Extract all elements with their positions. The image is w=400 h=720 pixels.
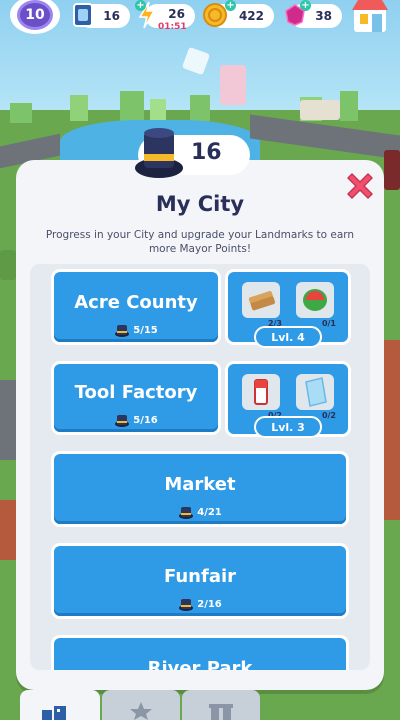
landmark-progress: 4/21 — [54, 504, 346, 520]
building — [384, 150, 400, 190]
gems-value: 38 — [315, 9, 332, 23]
landmark-river-park[interactable]: River Park — [54, 638, 346, 670]
landmark-name: Acre County — [74, 292, 198, 313]
add-coins-button[interactable]: + — [225, 0, 236, 11]
top-hat-icon — [179, 507, 194, 519]
upgrade-panel-acre-county[interactable]: 2/3 0/1 Lvl. 4 — [228, 272, 348, 348]
add-gems-button[interactable]: + — [300, 0, 311, 11]
landmark-name: Tool Factory — [74, 382, 198, 403]
watermelon-icon — [303, 289, 327, 311]
landmark-progress-value: 2/16 — [197, 598, 222, 610]
energy-value: 26 — [168, 7, 185, 21]
landmark-progress-value: 5/15 — [133, 324, 158, 336]
top-hat-icon — [115, 415, 130, 427]
landmark-name: Funfair — [163, 566, 237, 587]
landmark-name: River Park — [147, 658, 253, 670]
distant-trees — [10, 91, 358, 123]
landmark-level-badge: Lvl. 4 — [254, 326, 322, 348]
item-count: 0/2 — [321, 411, 336, 420]
dialog-title: My City — [155, 192, 245, 216]
landmark-tool-factory[interactable]: Tool Factory 5/16 — [54, 364, 218, 432]
landmark-market[interactable]: Market 4/21 — [54, 454, 346, 524]
top-hat-icon — [179, 599, 194, 611]
wood-planks-slot: 2/3 — [242, 282, 282, 328]
landmark-level-badge: Lvl. 3 — [254, 416, 322, 438]
add-energy-button[interactable]: + — [135, 0, 146, 11]
glass-pane-icon — [305, 377, 327, 407]
shop-icon[interactable] — [350, 0, 390, 34]
coins-value: 422 — [238, 9, 264, 23]
grass-patch — [0, 250, 16, 280]
paint-bucket-icon — [254, 379, 268, 405]
carousel-building — [220, 65, 246, 105]
brick-wall — [384, 340, 400, 520]
landmark-acre-county[interactable]: Acre County 5/15 — [54, 272, 218, 342]
tab-star[interactable] — [102, 690, 180, 720]
dialog-subtitle: Progress in your City and upgrade your L… — [45, 229, 355, 255]
bottom-tab-bar — [16, 690, 384, 720]
road — [0, 380, 16, 460]
gift-icon — [209, 704, 233, 720]
top-hat-icon — [135, 128, 183, 178]
cards-icon — [70, 0, 96, 30]
glass-pane-slot: 0/2 — [296, 374, 336, 420]
landmark-progress: 5/16 — [54, 412, 218, 428]
landmark-progress: 5/15 — [54, 322, 218, 338]
paint-bucket-slot: 0/2 — [242, 374, 282, 420]
tab-gifts[interactable] — [182, 690, 260, 720]
landmark-funfair[interactable]: Funfair 2/16 — [54, 546, 346, 616]
city-icon — [42, 706, 66, 720]
tab-my-city[interactable] — [20, 690, 100, 720]
player-level-value: 10 — [17, 0, 53, 30]
player-level-badge[interactable]: 10 — [10, 0, 60, 34]
watermelon-slot: 0/1 — [296, 282, 336, 328]
wood-planks-icon — [248, 291, 276, 311]
star-icon — [130, 702, 152, 720]
landmark-name: Market — [164, 474, 236, 495]
brick-wall — [0, 500, 16, 560]
landmark-progress-value: 5/16 — [133, 414, 158, 426]
upgrade-panel-tool-factory[interactable]: 0/2 0/2 Lvl. 3 — [228, 364, 348, 438]
top-hat-icon — [115, 325, 130, 337]
item-count: 0/1 — [321, 319, 336, 328]
mayor-points-value: 16 — [191, 140, 222, 165]
landmark-progress-value: 4/21 — [197, 506, 222, 518]
landmark-list[interactable]: Acre County 5/15 2/3 0/1 Lvl. 4 Tool Fac… — [30, 264, 370, 670]
cards-value: 16 — [103, 9, 120, 23]
energy-timer: 01:51 — [158, 22, 187, 32]
top-hud: 10 16 26 01:51 + 422 + 38 + — [0, 0, 400, 34]
building — [300, 100, 340, 120]
landmark-progress: 2/16 — [54, 596, 346, 612]
